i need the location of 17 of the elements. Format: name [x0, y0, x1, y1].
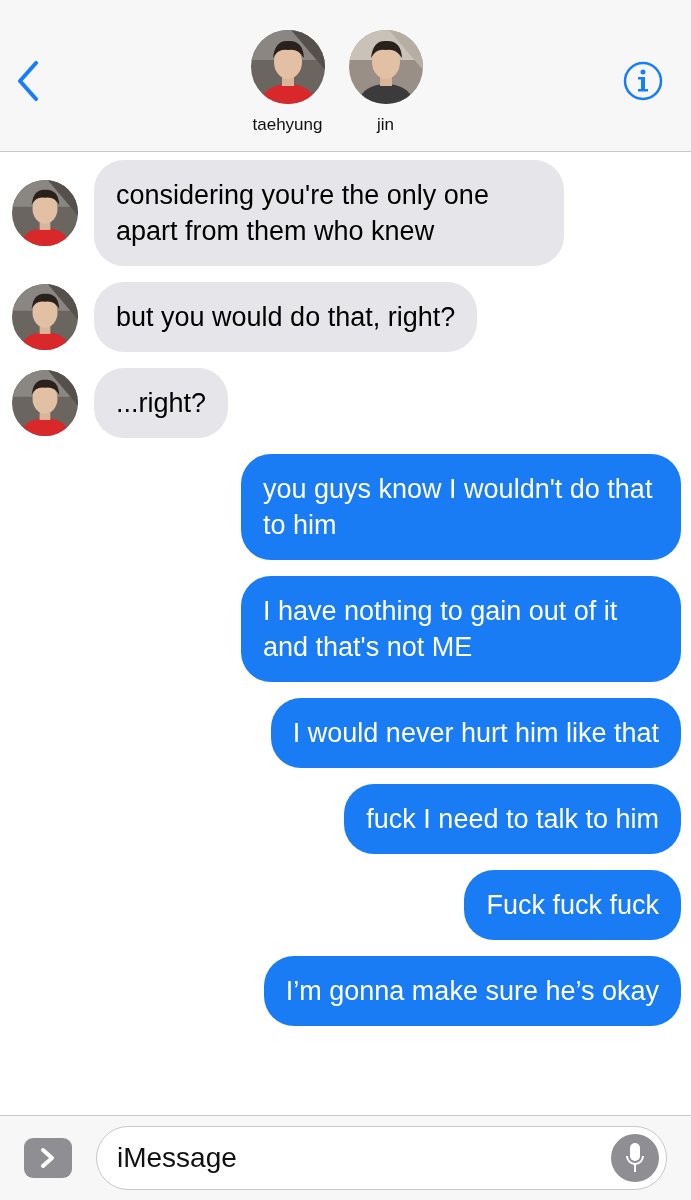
sent-message: Fuck fuck fuck: [464, 870, 681, 940]
received-message: but you would do that, right?: [94, 282, 478, 352]
message-field[interactable]: iMessage: [96, 1126, 667, 1190]
sent-message: fuck I need to talk to him: [344, 784, 681, 854]
apps-button[interactable]: [24, 1138, 72, 1178]
chevron-icon: [40, 1147, 56, 1169]
microphone-icon: [625, 1142, 645, 1174]
info-icon[interactable]: [623, 60, 663, 101]
back-icon[interactable]: [16, 60, 40, 101]
received-message: ...right?: [94, 368, 229, 438]
participant-name: jin: [377, 113, 394, 136]
participant-name: taehyung: [252, 113, 323, 136]
received-message: considering you're the only one apart from them who knew: [94, 160, 564, 266]
sent-message: I have nothing to gain out of it and that's not ME: [241, 576, 681, 682]
sent-message: I’m gonna make sure he’s okay: [263, 956, 681, 1026]
sent-message: I would never hurt him like that: [270, 698, 681, 768]
sent-message: you guys know I wouldn't do that to him: [241, 454, 681, 560]
